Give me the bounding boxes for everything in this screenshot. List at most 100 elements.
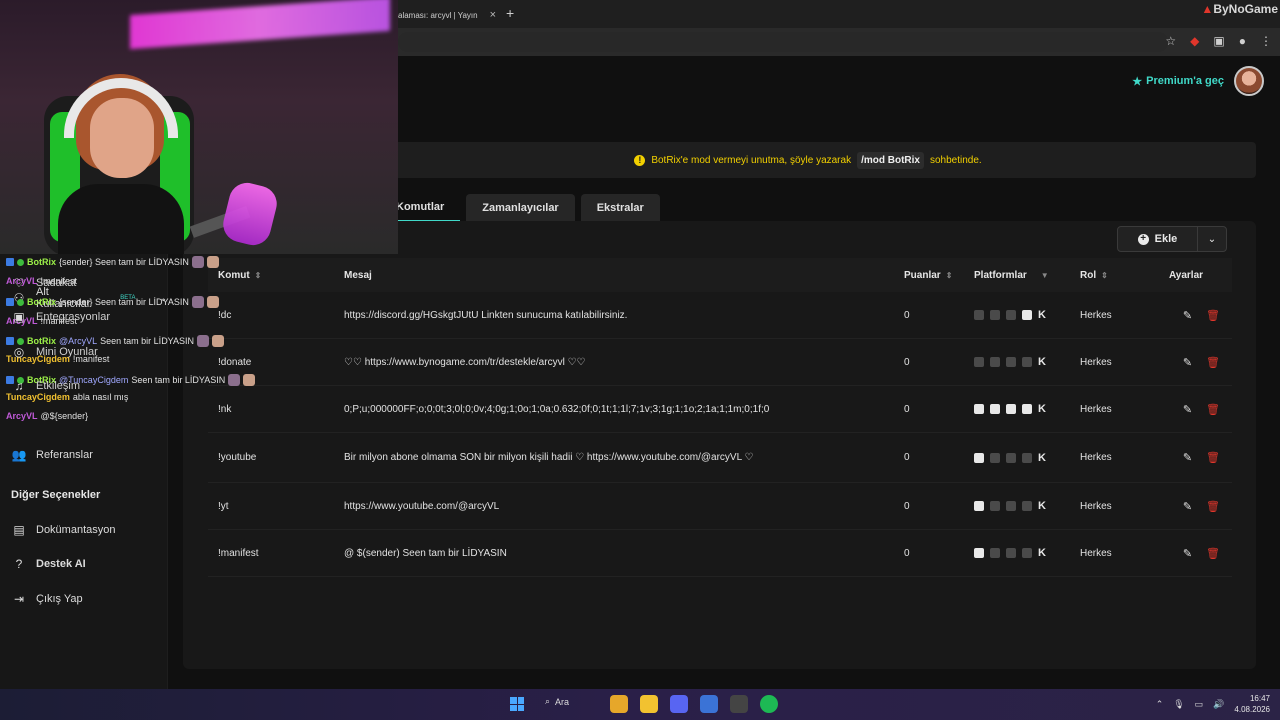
col-platformlar[interactable]: Platformlar ▼	[964, 258, 1070, 292]
spotify-app-icon[interactable]	[760, 695, 778, 713]
kick-icon-a[interactable]	[974, 310, 984, 320]
delete-trash-icon[interactable]: 🗑	[1206, 356, 1220, 369]
app-icon[interactable]	[730, 695, 748, 713]
taskbar-search[interactable]: ⌕ Ara	[545, 696, 569, 707]
sidebar-item-entegrasyonlar[interactable]: ▣ Entegrasyonlar	[12, 310, 110, 324]
system-tray: ⌃ 🎙 ▭ 🔊 16:47 4.08.2026	[1156, 693, 1270, 715]
sidebar-item-destek-ai[interactable]: ? Destek AI	[12, 557, 86, 571]
menu-kebab-icon[interactable]: ⋮	[1260, 34, 1272, 48]
youtube-icon[interactable]	[1006, 357, 1016, 367]
col-puanlar[interactable]: Puanlar ⇕	[894, 258, 964, 292]
discord-icon[interactable]	[1022, 310, 1032, 320]
col-rol[interactable]: Rol ⇕	[1070, 258, 1152, 292]
message-cell: 0;P;u;000000FF;o;0;0t;3;0l;0;0v;4;0g;1;0…	[344, 403, 770, 415]
discord-icon[interactable]	[1022, 452, 1032, 463]
youtube-icon[interactable]	[1006, 310, 1016, 320]
edit-pencil-icon[interactable]: ✎	[1183, 500, 1192, 513]
add-command-button[interactable]: + Ekle	[1118, 227, 1198, 251]
browser-tab[interactable]: alaması: arcyvl | Yayın ×	[390, 4, 502, 26]
edit-pencil-icon[interactable]: ✎	[1183, 356, 1192, 369]
windows-start-icon[interactable]	[510, 697, 524, 711]
address-bar[interactable]	[398, 32, 1168, 52]
kick-icon[interactable]: K	[1038, 501, 1046, 512]
top-right-bar: ★ Premium'a geç	[1132, 66, 1264, 96]
new-tab-button[interactable]: +	[506, 5, 514, 21]
kick-icon-a[interactable]	[974, 357, 984, 367]
tab-ekstralar[interactable]: Ekstralar	[580, 194, 660, 222]
gamepad-icon: ◎	[13, 345, 25, 359]
role-cell: Herkes	[1080, 547, 1112, 559]
sidebar-item-label: Çıkış Yap	[36, 593, 83, 605]
extensions-puzzle-icon[interactable]: ▣	[1213, 34, 1224, 48]
sidebar-item-referanslar[interactable]: 👥 Referanslar	[12, 448, 93, 462]
delete-trash-icon[interactable]: 🗑	[1206, 403, 1220, 416]
kick-icon[interactable]: K	[1038, 452, 1046, 463]
discord-app-icon[interactable]	[670, 695, 688, 713]
profile-icon[interactable]: ●	[1239, 34, 1246, 48]
mod-reminder-banner: ! BotRix'e mod vermeyi unutma, şöyle yaz…	[360, 142, 1256, 178]
youtube-icon[interactable]	[1006, 548, 1016, 558]
kick-icon-a[interactable]	[974, 404, 984, 414]
delete-trash-icon[interactable]: 🗑	[1206, 309, 1220, 322]
points-cell: 0	[904, 309, 910, 321]
extension-icon[interactable]: ◆	[1190, 34, 1199, 48]
avatar[interactable]	[1234, 66, 1264, 96]
explorer-app-icon[interactable]	[640, 695, 658, 713]
sidebar-item-logout[interactable]: ⇥ Çıkış Yap	[12, 592, 83, 606]
kick-icon[interactable]: K	[1038, 310, 1046, 321]
delete-trash-icon[interactable]: 🗑	[1206, 451, 1220, 464]
kick-icon-a[interactable]	[974, 548, 984, 558]
chevron-up-icon[interactable]: ⌃	[1156, 699, 1164, 710]
sidebar-item-docs[interactable]: ▤ Dokümantasyon	[12, 523, 115, 537]
add-dropdown-button[interactable]: ⌄	[1198, 227, 1226, 251]
discord-icon[interactable]	[1022, 548, 1032, 558]
bookmark-star-icon[interactable]: ☆	[1165, 34, 1176, 48]
col-ayarlar: Ayarlar	[1168, 269, 1204, 281]
twitch-icon[interactable]	[990, 404, 1000, 414]
kick-icon[interactable]: K	[1038, 404, 1046, 415]
twitch-icon[interactable]	[990, 357, 1000, 367]
discord-icon[interactable]	[1022, 357, 1032, 367]
tab-close-icon[interactable]: ×	[490, 9, 496, 21]
twitch-icon[interactable]	[990, 452, 1000, 463]
col-mesaj: Mesaj	[344, 269, 372, 281]
edit-pencil-icon[interactable]: ✎	[1183, 547, 1192, 560]
sidebar-item-label: Destek AI	[36, 558, 86, 570]
discord-icon[interactable]	[1022, 404, 1032, 414]
premium-link[interactable]: ★ Premium'a geç	[1132, 75, 1224, 88]
delete-trash-icon[interactable]: 🗑	[1206, 500, 1220, 513]
twitch-icon[interactable]	[990, 548, 1000, 558]
twitch-icon[interactable]	[990, 310, 1000, 320]
twitch-icon[interactable]	[990, 501, 1000, 511]
youtube-icon[interactable]	[1006, 404, 1016, 414]
actions-cell: ✎ 🗑	[1152, 433, 1232, 482]
edit-pencil-icon[interactable]: ✎	[1183, 451, 1192, 464]
actions-cell: ✎ 🗑	[1152, 386, 1232, 432]
kick-icon-a[interactable]	[974, 501, 984, 511]
edit-pencil-icon[interactable]: ✎	[1183, 309, 1192, 322]
sidebar-item-etkilesim[interactable]: ♫ Etkileşim	[12, 379, 81, 393]
points-cell: 0	[904, 356, 910, 368]
delete-trash-icon[interactable]: 🗑	[1206, 547, 1220, 560]
kick-icon[interactable]: K	[1038, 357, 1046, 368]
kick-icon-a[interactable]	[974, 452, 984, 463]
points-cell: 0	[904, 547, 910, 559]
kick-icon[interactable]: K	[1038, 548, 1046, 559]
network-icon[interactable]: ▭	[1195, 699, 1204, 710]
sidebar-item-label: Sadakat	[36, 277, 77, 289]
mic-icon[interactable]: 🎙	[1173, 699, 1184, 710]
chrome-app-icon[interactable]	[610, 695, 628, 713]
sidebar-item-sadakat[interactable]: ♡ Sadakat	[12, 276, 77, 290]
discord-icon[interactable]	[1022, 501, 1032, 511]
youtube-icon[interactable]	[1006, 501, 1016, 511]
edit-pencil-icon[interactable]: ✎	[1183, 403, 1192, 416]
app-icon[interactable]	[700, 695, 718, 713]
clock[interactable]: 16:47 4.08.2026	[1234, 693, 1270, 715]
role-cell: Herkes	[1080, 356, 1112, 368]
streamer	[58, 64, 184, 254]
table-row: !nk 0;P;u;000000FF;o;0;0t;3;0l;0;0v;4;0g;…	[208, 386, 1232, 433]
volume-icon[interactable]: 🔊	[1213, 699, 1224, 710]
tab-zamanlayicilar[interactable]: Zamanlayıcılar	[466, 194, 575, 222]
youtube-icon[interactable]	[1006, 452, 1016, 463]
sidebar-item-mini-oyunlar[interactable]: ◎ Mini Oyunlar	[12, 345, 98, 359]
